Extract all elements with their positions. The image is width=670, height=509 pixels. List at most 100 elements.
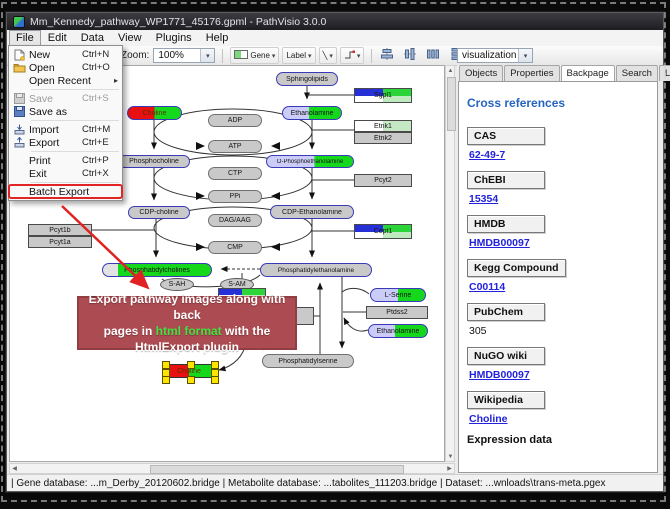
vertical-scroll-thumb[interactable] xyxy=(447,77,456,131)
xref-value[interactable]: HMDB00097 xyxy=(469,369,530,381)
menubar-item-edit[interactable]: Edit xyxy=(41,30,74,46)
selection-handle[interactable] xyxy=(162,361,170,369)
pathway-node-ethanolamine-top[interactable]: Ethanolamine xyxy=(282,106,342,120)
file-menu-item-print[interactable]: PrintCtrl+P xyxy=(9,154,122,167)
tool-Label-button[interactable]: Label▾ xyxy=(282,47,315,64)
file-menu-item-open-recent[interactable]: Open Recent▸ xyxy=(9,74,122,87)
pathway-node-etnk2[interactable]: Etnk2 xyxy=(354,132,412,144)
distribute-horizontal-button[interactable] xyxy=(425,48,441,63)
file-menu-item-new[interactable]: NewCtrl+N xyxy=(9,48,122,61)
pathway-node-cdp-choline[interactable]: CDP-choline xyxy=(128,206,190,219)
pathway-node-phosphatidylethanolamine[interactable]: Phosphatidylethanolamine xyxy=(260,263,372,277)
selection-handle[interactable] xyxy=(162,376,170,384)
selection-handle[interactable] xyxy=(211,361,219,369)
pathway-node-etnk1[interactable]: Etnk1 xyxy=(354,120,412,132)
menubar-item-view[interactable]: View xyxy=(111,30,149,46)
node-label: Pcyt1a xyxy=(49,239,70,246)
menubar-item-data[interactable]: Data xyxy=(74,30,111,46)
scroll-right-icon[interactable]: ▶ xyxy=(445,464,454,473)
canvas-vertical-scrollbar[interactable]: ▲ ▼ xyxy=(445,65,455,462)
tab-search[interactable]: Search xyxy=(616,65,658,81)
align-center-horizontal-button[interactable] xyxy=(379,48,395,63)
menu-item-label: Import xyxy=(29,124,82,136)
file-menu-item-save-as[interactable]: Save as xyxy=(9,105,122,118)
window-title: Mm_Kennedy_pathway_WP1771_45176.gpml - P… xyxy=(30,16,326,28)
canvas-horizontal-scrollbar[interactable]: ◀ ▶ xyxy=(9,463,455,474)
scroll-left-icon[interactable]: ◀ xyxy=(10,464,19,473)
window-titlebar[interactable]: Mm_Kennedy_pathway_WP1771_45176.gpml - P… xyxy=(7,13,663,30)
selection-handle[interactable] xyxy=(211,376,219,384)
tool-button-label: Gene xyxy=(250,51,270,60)
tab-legend[interactable]: Legend xyxy=(659,65,670,81)
tool-buttons-group: Gene▾Label▾╲▾▾ xyxy=(230,47,364,64)
xref-section-hmdb: HMDBHMDB00097 xyxy=(467,214,649,249)
pathway-node-sah[interactable]: S-AH xyxy=(160,278,194,291)
horizontal-scroll-thumb[interactable] xyxy=(150,465,404,474)
xref-value[interactable]: HMDB00097 xyxy=(469,237,530,249)
file-menu-item-open[interactable]: OpenCtrl+O xyxy=(9,61,122,74)
pathway-node-pcyt1b[interactable]: Pcyt1b xyxy=(28,224,92,236)
align-center-vertical-button[interactable] xyxy=(402,48,418,63)
file-menu-item-save[interactable]: SaveCtrl+S xyxy=(9,92,122,105)
tab-objects[interactable]: Objects xyxy=(459,65,503,81)
pathway-node-choline-top[interactable]: Choline xyxy=(127,106,182,120)
pathway-node-cept1[interactable]: Cept1 xyxy=(354,224,412,239)
pathway-node-phosphocholine[interactable]: Phosphocholine xyxy=(118,155,190,168)
pathway-node-sphingolipids[interactable]: Sphingolipids xyxy=(276,72,338,86)
pathway-node-ppi[interactable]: PPi xyxy=(208,190,262,203)
pathway-node-ethanolamine-bottom[interactable]: Ethanolamine xyxy=(368,324,428,338)
xref-value[interactable]: 62-49-7 xyxy=(469,149,505,161)
xref-value[interactable]: 15354 xyxy=(469,193,498,205)
pathway-node-pcyt1a[interactable]: Pcyt1a xyxy=(28,236,92,248)
new-document-icon xyxy=(9,49,29,61)
tool-line-button[interactable]: ╲▾ xyxy=(319,47,337,64)
file-menu-item-export[interactable]: ExportCtrl+E xyxy=(9,136,122,149)
xref-value[interactable]: C00114 xyxy=(469,281,505,293)
menubar-item-plugins[interactable]: Plugins xyxy=(149,30,199,46)
tab-properties[interactable]: Properties xyxy=(504,65,559,81)
menu-separator xyxy=(31,182,119,183)
file-menu-item-exit[interactable]: ExitCtrl+X xyxy=(9,167,122,180)
pathway-node-phosphatidylcholines[interactable]: Phosphatidylcholines xyxy=(102,263,212,277)
pathway-node-choline-selected[interactable]: Choline xyxy=(165,364,213,378)
visualization-combobox[interactable]: visualization ▾ xyxy=(457,48,533,63)
chevron-down-icon[interactable]: ▾ xyxy=(518,49,532,62)
menubar-item-help[interactable]: Help xyxy=(199,30,236,46)
node-label: CTP xyxy=(228,170,242,177)
menubar-item-file[interactable]: File xyxy=(9,30,41,46)
pathway-node-o-phosphoethanolamine[interactable]: O-Phosphoethanolamine xyxy=(266,155,354,168)
pathway-node-l-serine[interactable]: L-Serine xyxy=(370,288,426,302)
pathway-node-ctp[interactable]: CTP xyxy=(208,167,262,180)
menu-item-shortcut: Ctrl+P xyxy=(82,155,122,166)
file-menu-item-batch-export[interactable]: Batch Export xyxy=(9,185,122,198)
pathway-node-cdp-ethanolamine[interactable]: CDP-Ethanolamine xyxy=(270,205,354,219)
pathway-node-pcyt2[interactable]: Pcyt2 xyxy=(354,174,412,187)
tab-backpage[interactable]: Backpage xyxy=(561,65,615,81)
file-menu-item-import[interactable]: ImportCtrl+M xyxy=(9,123,122,136)
node-label: Phosphatidylcholines xyxy=(124,267,190,274)
pathway-node-ptdss2[interactable]: Ptdss2 xyxy=(366,306,428,319)
scroll-down-icon[interactable]: ▼ xyxy=(446,452,455,461)
selection-handle[interactable] xyxy=(187,361,195,369)
callout-line-3: HtmlExport plugin xyxy=(79,339,295,355)
xref-section-chebi: ChEBI15354 xyxy=(467,170,649,205)
pathway-node-atp[interactable]: ATP xyxy=(208,140,262,153)
pathway-node-sgpl1[interactable]: Sgpl1 xyxy=(354,88,412,103)
xref-value[interactable]: Choline xyxy=(469,413,508,425)
menu-item-shortcut: Ctrl+X xyxy=(82,168,122,179)
zoom-combobox[interactable]: 100% ▾ xyxy=(153,48,215,63)
callout-line-1: Export pathway images along with back xyxy=(79,291,295,323)
node-label: Etnk2 xyxy=(374,135,392,142)
node-label: Sphingolipids xyxy=(286,76,328,83)
pathway-node-cmp[interactable]: CMP xyxy=(208,241,262,254)
menu-item-shortcut: Ctrl+M xyxy=(82,124,122,135)
scroll-up-icon[interactable]: ▲ xyxy=(446,66,455,75)
pathway-node-adp[interactable]: ADP xyxy=(208,114,262,127)
selection-handle[interactable] xyxy=(187,376,195,384)
chevron-down-icon[interactable]: ▾ xyxy=(200,49,214,62)
pathway-node-phosphatidylserine[interactable]: Phosphatidylserine xyxy=(262,354,354,368)
zoom-label: Zoom: xyxy=(121,50,149,61)
tool-connector-button[interactable]: ▾ xyxy=(340,47,365,64)
tool-Gene-button[interactable]: Gene▾ xyxy=(230,47,279,64)
pathway-node-dag-aag[interactable]: DAG/AAG xyxy=(208,214,262,227)
